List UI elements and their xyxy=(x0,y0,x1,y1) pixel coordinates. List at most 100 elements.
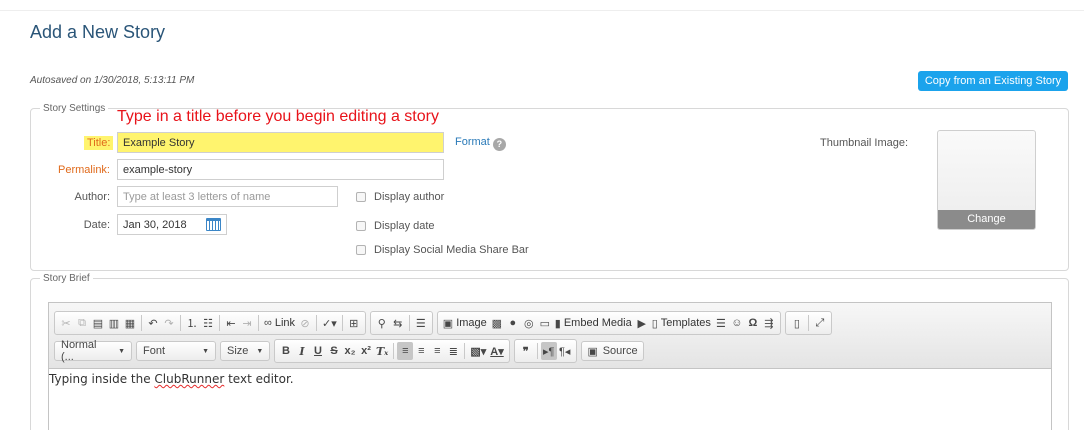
display-author-option[interactable]: Display author xyxy=(356,191,444,203)
toolbar-separator xyxy=(219,315,220,331)
display-author-checkbox[interactable] xyxy=(356,192,366,202)
permalink-input[interactable] xyxy=(117,159,444,180)
numbered-list-icon[interactable]: ⒈ xyxy=(184,314,200,332)
display-share-bar-option[interactable]: Display Social Media Share Bar xyxy=(356,244,529,256)
gallery-icon[interactable]: ▩ xyxy=(489,314,505,332)
align-left-icon[interactable]: ≡ xyxy=(397,342,414,360)
format-link-label[interactable]: Format xyxy=(455,136,490,148)
source-label: Source xyxy=(602,345,638,357)
align-center-icon[interactable]: ≡ xyxy=(413,342,429,360)
toolbar-row-2: Normal (... ▼ Font ▼ Size ▼ B I U S x₂ x² T… xyxy=(54,339,648,363)
insert-group: ▣ Image ▩ ● ◎ ▭ ▮ Embed Media ▶ ▯ Templates… xyxy=(436,311,781,335)
display-date-option[interactable]: Display date xyxy=(356,220,435,232)
cut-icon[interactable]: ✂ xyxy=(58,314,74,332)
ltr-direction-icon[interactable]: ▸¶ xyxy=(540,342,557,360)
strikethrough-icon[interactable]: S xyxy=(326,342,342,360)
title-label: Title: xyxy=(84,136,114,150)
permalink-label: Permalink: xyxy=(58,164,110,176)
paste-text-icon[interactable]: ▥ xyxy=(106,314,122,332)
indent-icon[interactable]: ⇥ xyxy=(239,314,255,332)
page-break-icon[interactable]: ☰ xyxy=(413,314,429,332)
toolbar-separator xyxy=(536,343,538,359)
paste-word-icon[interactable]: ▦ xyxy=(122,314,138,332)
table-icon[interactable]: ⊞ xyxy=(346,314,362,332)
toolbar-separator xyxy=(464,343,466,359)
preview-icon[interactable]: ▯ xyxy=(789,314,805,332)
font-dropdown-value: Font xyxy=(143,345,166,357)
undo-icon[interactable]: ↶ xyxy=(145,314,161,332)
clipboard-group: ✂ ⧉ ▤ ▥ ▦ ↶ ↷ ⒈ ☷ ⇤ ⇥ ∞ Link ⊘ ✓▾ ⊞ xyxy=(54,311,366,335)
flash-icon[interactable]: ● xyxy=(505,314,521,332)
justify-icon[interactable]: ≣ xyxy=(445,342,461,360)
display-date-checkbox[interactable] xyxy=(356,221,366,231)
block-group: ❞ ▸¶ ¶◂ xyxy=(513,339,577,363)
misspelled-word: ClubRunner xyxy=(154,372,225,386)
author-label: Author: xyxy=(74,191,110,203)
image-icon: ▣ xyxy=(442,317,454,330)
bulleted-list-icon[interactable]: ☷ xyxy=(200,314,216,332)
story-settings-legend: Story Settings xyxy=(40,103,109,114)
copy-icon[interactable]: ⧉ xyxy=(74,314,90,332)
underline-icon[interactable]: U xyxy=(310,342,326,360)
find-icon[interactable]: ⚲ xyxy=(374,314,390,332)
font-dropdown[interactable]: Font ▼ xyxy=(136,341,216,361)
templates-icon: ▯ xyxy=(651,317,658,330)
title-input[interactable] xyxy=(117,132,444,153)
format-link[interactable]: Format? xyxy=(455,136,506,151)
thumbnail-change-button[interactable]: Change xyxy=(938,210,1035,229)
superscript-icon[interactable]: x² xyxy=(358,342,374,360)
chevron-down-icon: ▼ xyxy=(256,347,264,355)
size-dropdown[interactable]: Size ▼ xyxy=(220,341,270,361)
text-color-icon[interactable]: A▾ xyxy=(488,342,505,360)
display-share-bar-checkbox[interactable] xyxy=(356,245,366,255)
remove-format-icon[interactable]: Tₓ xyxy=(374,342,390,360)
toolbar-separator xyxy=(393,343,395,359)
format-dropdown-value: Normal (... xyxy=(61,339,97,363)
date-label: Date: xyxy=(83,219,110,231)
background-color-icon[interactable]: ▧▾ xyxy=(468,342,488,360)
calendar-icon[interactable] xyxy=(206,218,221,231)
content-text-start: Typing inside the xyxy=(49,372,155,386)
rich-text-editor[interactable]: ✂ ⧉ ▤ ▥ ▦ ↶ ↷ ⒈ ☷ ⇤ ⇥ ∞ Link ⊘ ✓▾ ⊞ ⚲ ⇆ … xyxy=(48,302,1052,430)
iframe-icon[interactable]: ◎ xyxy=(521,314,537,332)
display-share-bar-label[interactable]: Display Social Media Share Bar xyxy=(374,244,529,256)
editor-content[interactable]: Typing inside the ClubRunner text editor… xyxy=(49,369,294,386)
source-button[interactable]: ▣ Source xyxy=(580,341,644,361)
show-blocks-icon[interactable]: ⇶ xyxy=(761,314,777,332)
horizontal-rule-icon[interactable]: ☰ xyxy=(713,314,729,332)
video-icon[interactable]: ▶ xyxy=(634,314,650,332)
format-dropdown[interactable]: Normal (... ▼ xyxy=(54,339,132,363)
help-icon[interactable]: ? xyxy=(492,138,506,151)
toolbar-separator xyxy=(807,315,809,331)
italic-icon[interactable]: I xyxy=(294,342,310,360)
subscript-icon[interactable]: x₂ xyxy=(342,342,358,360)
autosave-status: Autosaved on 1/30/2018, 5:13:11 PM xyxy=(30,75,195,86)
embed-media-icon: ▮ xyxy=(554,317,561,330)
link-icon: ∞ xyxy=(264,317,272,329)
redo-icon[interactable]: ↷ xyxy=(161,314,177,332)
image-button[interactable]: ▣ Image xyxy=(441,314,489,332)
unlink-icon[interactable]: ⊘ xyxy=(297,314,313,332)
blockquote-icon[interactable]: ❞ xyxy=(518,342,534,360)
templates-button[interactable]: ▯ Templates xyxy=(650,314,713,332)
bold-icon[interactable]: B xyxy=(278,342,294,360)
paste-icon[interactable]: ▤ xyxy=(90,314,106,332)
author-input[interactable] xyxy=(117,186,338,207)
display-author-label[interactable]: Display author xyxy=(374,191,444,203)
align-right-icon[interactable]: ≡ xyxy=(429,342,445,360)
special-char-icon[interactable]: Ω xyxy=(745,314,761,332)
outdent-icon[interactable]: ⇤ xyxy=(223,314,239,332)
link-button[interactable]: ∞ Link xyxy=(262,314,297,332)
toolbar-separator xyxy=(180,315,181,331)
rtl-direction-icon[interactable]: ¶◂ xyxy=(557,342,573,360)
copy-from-existing-story-button[interactable]: Copy from an Existing Story xyxy=(918,71,1068,91)
display-date-label[interactable]: Display date xyxy=(374,220,435,232)
story-brief-legend: Story Brief xyxy=(40,273,93,284)
smiley-icon[interactable]: ☺ xyxy=(729,314,745,332)
embed-media-button[interactable]: ▮ Embed Media xyxy=(553,314,634,332)
thumbnail-image[interactable]: Change xyxy=(937,130,1036,230)
maximize-icon[interactable]: ⤢ xyxy=(812,314,828,332)
replace-icon[interactable]: ⇆ xyxy=(390,314,406,332)
spellcheck-icon[interactable]: ✓▾ xyxy=(320,314,339,332)
form-icon[interactable]: ▭ xyxy=(537,314,553,332)
